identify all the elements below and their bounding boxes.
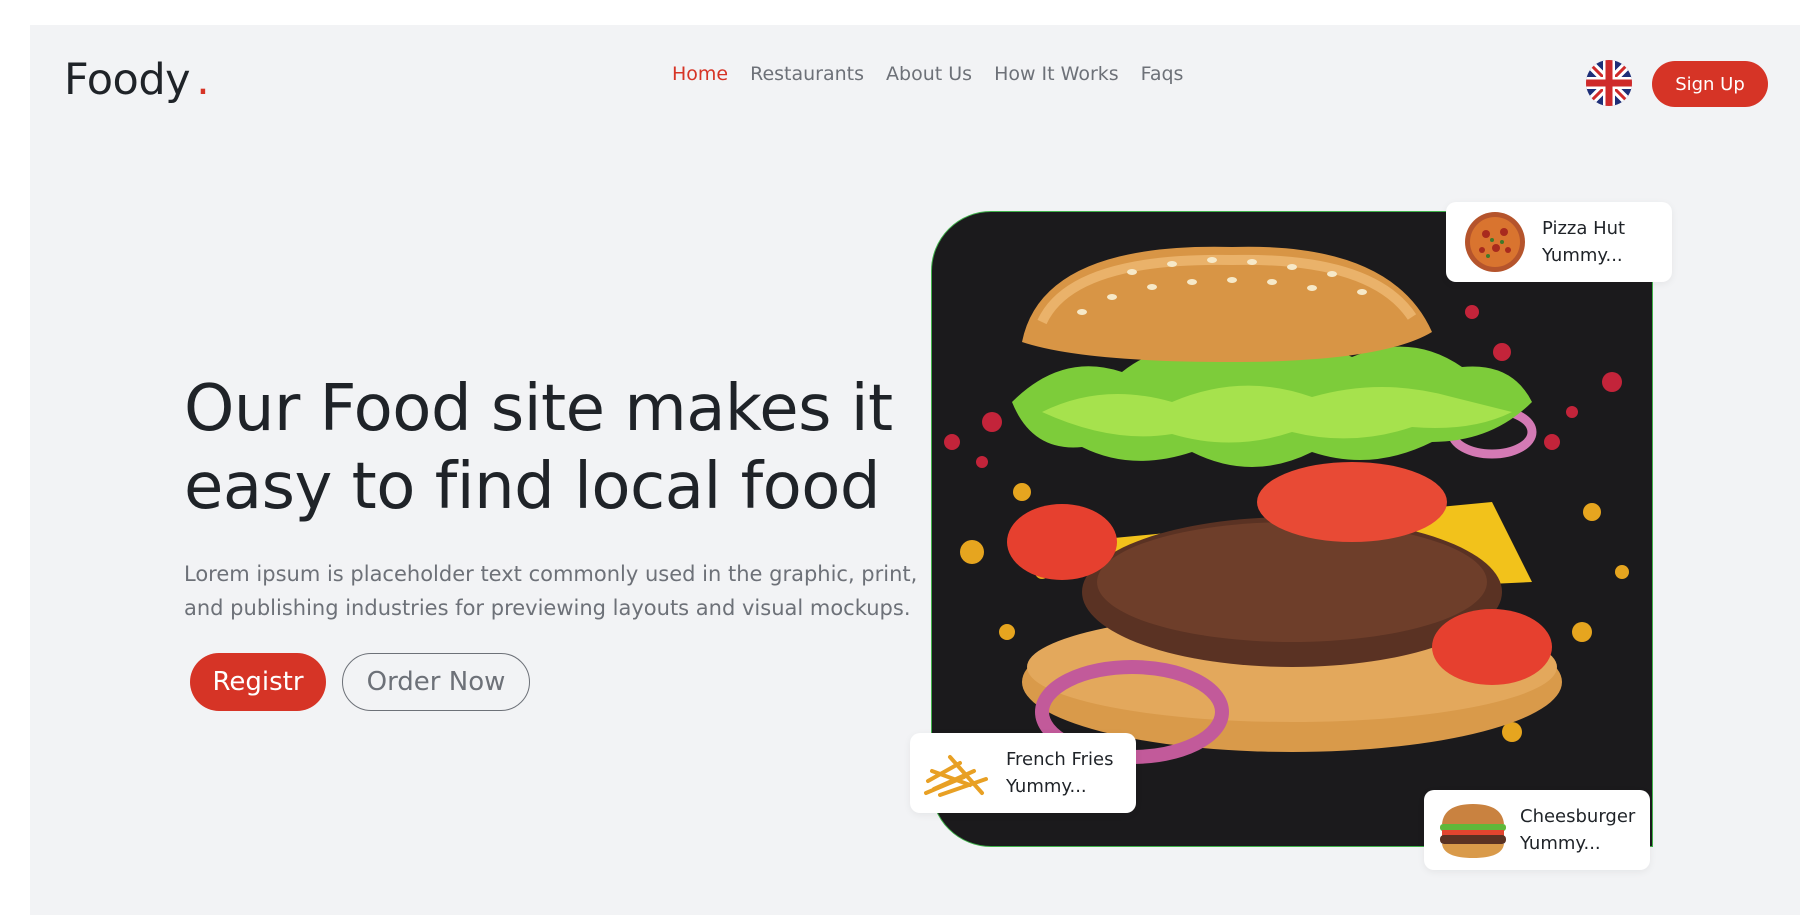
fries-icon xyxy=(924,755,988,797)
food-card-pizza-hut[interactable]: Pizza Hut Yummy... xyxy=(1446,202,1672,282)
hero-title: Our Food site makes it easy to find loca… xyxy=(184,370,944,526)
nav-item-restaurants[interactable]: Restaurants xyxy=(750,63,864,85)
register-button[interactable]: Registr xyxy=(190,653,326,711)
brand-logo[interactable]: Foody. xyxy=(64,55,210,105)
signup-button[interactable]: Sign Up xyxy=(1652,61,1768,107)
nav-item-home[interactable]: Home xyxy=(672,63,728,85)
hero-description-line-1: Lorem ipsum is placeholder text commonly… xyxy=(184,562,918,586)
hero-description: Lorem ipsum is placeholder text commonly… xyxy=(184,557,924,625)
food-card-cheesburger[interactable]: Cheesburger Yummy... xyxy=(1424,790,1650,870)
hero-description-line-2: and publishing industries for previewing… xyxy=(184,596,911,620)
main-nav: Home Restaurants About Us How It Works F… xyxy=(672,63,1183,85)
nav-item-about-us[interactable]: About Us xyxy=(886,63,972,85)
nav-item-faqs[interactable]: Faqs xyxy=(1141,63,1184,85)
uk-flag-icon[interactable] xyxy=(1586,60,1632,106)
order-now-button[interactable]: Order Now xyxy=(342,653,530,711)
card-subtitle: Yummy... xyxy=(1006,776,1087,797)
page-background: Foody. Home Restaurants About Us How It … xyxy=(30,25,1800,915)
hero-title-line-1: Our Food site makes it xyxy=(184,372,893,446)
brand-dot: . xyxy=(196,55,210,105)
burger-icon xyxy=(1440,804,1506,858)
card-title: Pizza Hut xyxy=(1542,218,1626,239)
hero-title-line-2: easy to find local food xyxy=(184,450,881,524)
brand-name: Foody xyxy=(64,55,191,105)
card-title: Cheesburger xyxy=(1520,806,1636,827)
food-card-french-fries[interactable]: French Fries Yummy... xyxy=(910,733,1136,813)
nav-item-how-it-works[interactable]: How It Works xyxy=(994,63,1119,85)
pizza-icon xyxy=(1465,212,1525,272)
card-subtitle: Yummy... xyxy=(1520,833,1601,854)
card-title: French Fries xyxy=(1006,749,1114,770)
card-subtitle: Yummy... xyxy=(1542,245,1623,266)
